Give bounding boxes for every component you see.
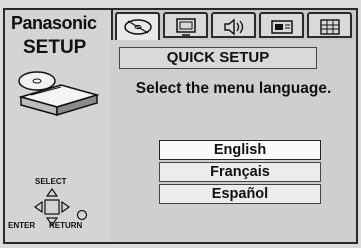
- brand-logo: Panasonic: [11, 13, 97, 33]
- menu-tabs: [111, 10, 356, 42]
- return-button-icon: [76, 209, 88, 221]
- monitor-icon: [176, 18, 196, 36]
- tab-display[interactable]: [259, 12, 304, 38]
- tab-disc[interactable]: [115, 12, 160, 42]
- enter-label: ENTER: [8, 221, 36, 230]
- tab-audio[interactable]: [211, 12, 256, 38]
- speaker-icon: [224, 18, 244, 36]
- select-label: SELECT: [35, 177, 67, 186]
- grid-icon: [320, 19, 340, 35]
- return-label: RETURN: [49, 221, 83, 230]
- setup-screen: Panasonic SETUP SELECT ENTER RETURN QUIC…: [0, 0, 361, 248]
- display-settings-icon: [271, 20, 293, 34]
- remote-controls-legend: SELECT ENTER RETURN: [5, 165, 111, 240]
- left-sidebar: Panasonic SETUP SELECT ENTER RETURN: [5, 10, 113, 242]
- dialog-title: QUICK SETUP: [119, 47, 317, 69]
- language-option-francais[interactable]: Français: [159, 162, 321, 182]
- menu-title: SETUP: [23, 37, 87, 58]
- tab-others[interactable]: [307, 12, 352, 38]
- language-option-espanol[interactable]: Español: [159, 184, 321, 204]
- dvd-player-icon: [18, 71, 99, 117]
- disc-icon: [124, 19, 152, 35]
- tab-video[interactable]: [163, 12, 208, 38]
- quick-setup-panel: QUICK SETUP Select the menu language. En…: [111, 40, 356, 242]
- dialog-prompt: Select the menu language.: [135, 80, 332, 97]
- setup-frame: Panasonic SETUP SELECT ENTER RETURN QUIC…: [3, 8, 358, 244]
- language-option-english[interactable]: English: [159, 140, 321, 160]
